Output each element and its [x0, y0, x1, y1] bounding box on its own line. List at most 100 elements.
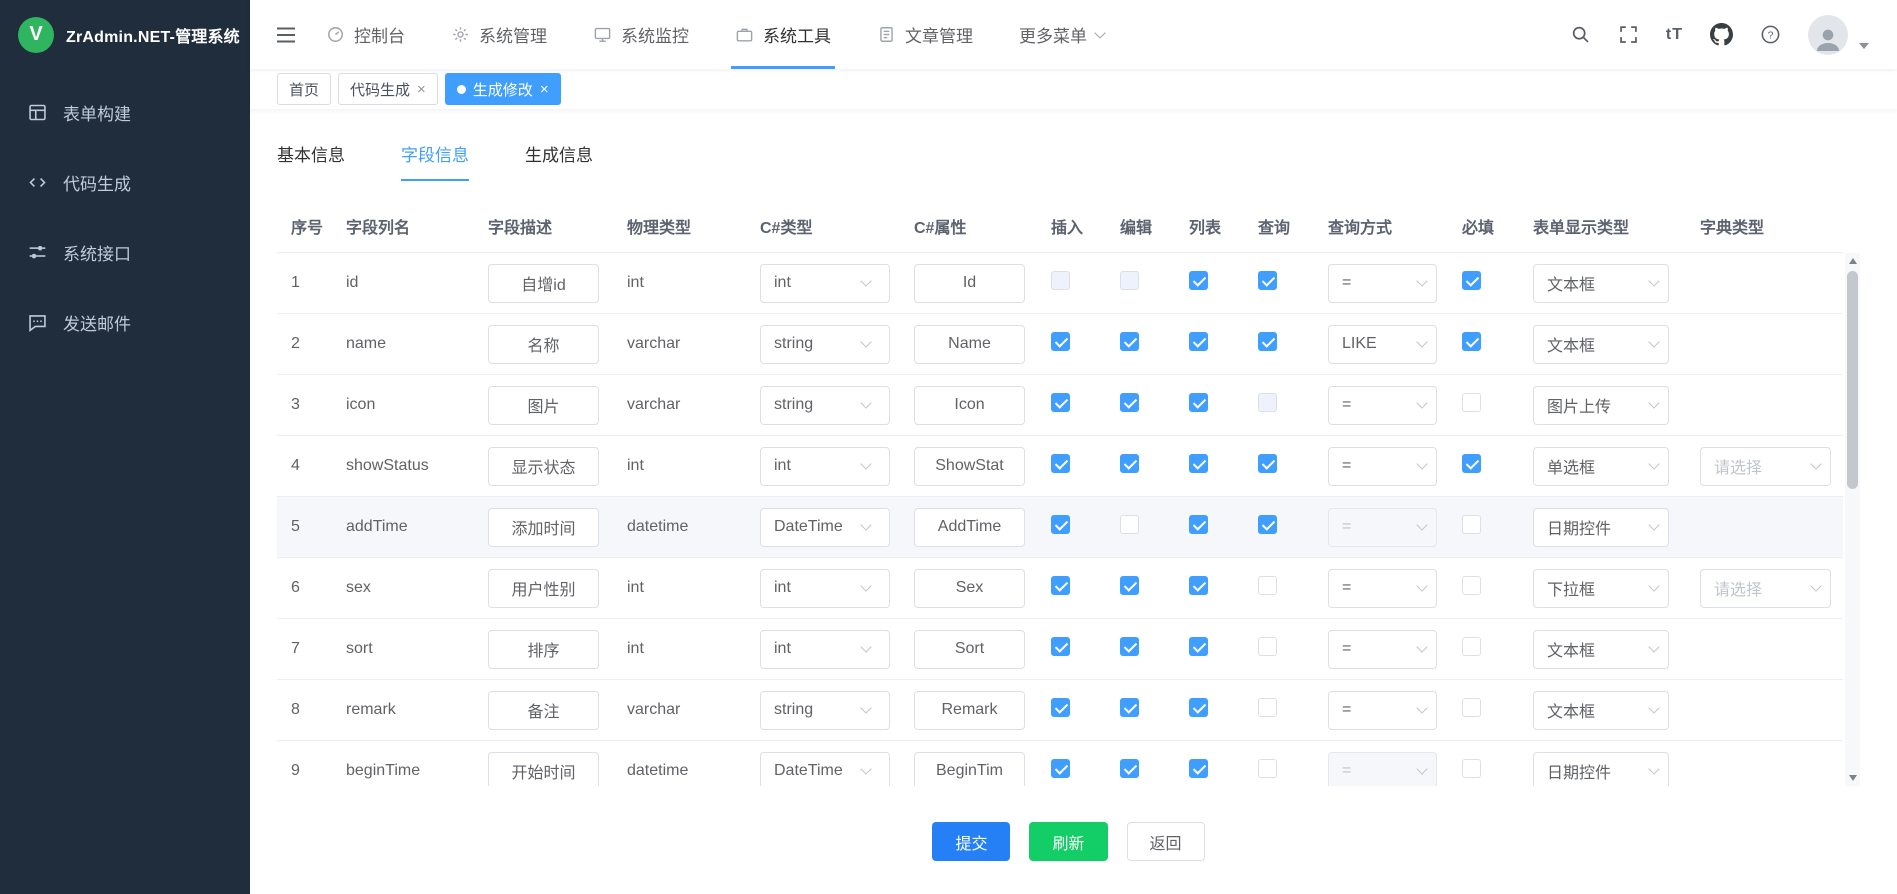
insert-checkbox[interactable]	[1051, 393, 1070, 412]
field-description-input[interactable]	[488, 569, 599, 608]
field-description-input[interactable]	[488, 630, 599, 669]
query-checkbox[interactable]	[1258, 637, 1277, 656]
field-description-input[interactable]	[488, 447, 599, 486]
list-checkbox[interactable]	[1189, 271, 1208, 290]
display-type-select[interactable]: 下拉框	[1533, 569, 1669, 608]
edit-checkbox[interactable]	[1120, 576, 1139, 595]
csharp-type-select[interactable]: DateTime	[760, 508, 890, 547]
field-description-input[interactable]	[488, 508, 599, 547]
insert-checkbox[interactable]	[1051, 454, 1070, 473]
sidebar-item-api[interactable]: 系统接口	[0, 217, 250, 287]
fullscreen-icon[interactable]	[1618, 24, 1639, 45]
edit-checkbox[interactable]	[1120, 271, 1139, 290]
edit-checkbox[interactable]	[1120, 759, 1139, 778]
csharp-type-select[interactable]: int	[760, 447, 890, 486]
tag-code-gen[interactable]: 代码生成 ×	[338, 73, 438, 105]
topnav-item-dashboard[interactable]: 控制台	[326, 0, 405, 69]
required-checkbox[interactable]	[1462, 759, 1481, 778]
csharp-type-select[interactable]: int	[760, 630, 890, 669]
github-icon[interactable]	[1710, 23, 1733, 46]
query-checkbox[interactable]	[1258, 332, 1277, 351]
query-method-select[interactable]: =	[1328, 569, 1437, 608]
display-type-select[interactable]: 文本框	[1533, 264, 1669, 303]
display-type-select[interactable]: 图片上传	[1533, 386, 1669, 425]
query-checkbox[interactable]	[1258, 454, 1277, 473]
sidebar-item-mail[interactable]: 发送邮件	[0, 287, 250, 357]
scroll-up-button[interactable]	[1845, 253, 1860, 269]
list-checkbox[interactable]	[1189, 576, 1208, 595]
csharp-property-input[interactable]	[914, 264, 1025, 303]
query-method-select[interactable]: =	[1328, 508, 1437, 547]
csharp-type-select[interactable]: string	[760, 325, 890, 364]
back-button[interactable]: 返回	[1127, 822, 1205, 861]
close-icon[interactable]: ×	[417, 82, 426, 97]
dict-type-select[interactable]: 请选择	[1700, 569, 1831, 608]
refresh-button[interactable]: 刷新	[1029, 822, 1107, 861]
field-description-input[interactable]	[488, 264, 599, 303]
list-checkbox[interactable]	[1189, 393, 1208, 412]
topnav-item-articles[interactable]: 文章管理	[877, 0, 973, 69]
csharp-type-select[interactable]: string	[760, 386, 890, 425]
tag-home[interactable]: 首页	[277, 73, 331, 105]
csharp-type-select[interactable]: int	[760, 569, 890, 608]
tab-gen-info[interactable]: 生成信息	[525, 141, 593, 181]
csharp-property-input[interactable]	[914, 386, 1025, 425]
query-checkbox[interactable]	[1258, 271, 1277, 290]
required-checkbox[interactable]	[1462, 698, 1481, 717]
topnav-item-more-menu[interactable]: 更多菜单	[1019, 0, 1104, 69]
required-checkbox[interactable]	[1462, 271, 1481, 290]
csharp-property-input[interactable]	[914, 752, 1025, 787]
required-checkbox[interactable]	[1462, 515, 1481, 534]
query-checkbox[interactable]	[1258, 393, 1277, 412]
scroll-down-button[interactable]	[1845, 770, 1860, 786]
field-description-input[interactable]	[488, 752, 599, 787]
tab-basic-info[interactable]: 基本信息	[277, 141, 345, 181]
query-method-select[interactable]: =	[1328, 447, 1437, 486]
query-method-select[interactable]: =	[1328, 386, 1437, 425]
collapse-sidebar-icon[interactable]	[274, 23, 298, 47]
tag-gen-edit[interactable]: 生成修改 ×	[445, 73, 561, 105]
csharp-property-input[interactable]	[914, 630, 1025, 669]
scrollbar-track[interactable]	[1845, 269, 1860, 770]
required-checkbox[interactable]	[1462, 454, 1481, 473]
required-checkbox[interactable]	[1462, 637, 1481, 656]
display-type-select[interactable]: 文本框	[1533, 691, 1669, 730]
edit-checkbox[interactable]	[1120, 515, 1139, 534]
scrollbar-thumb[interactable]	[1847, 271, 1858, 489]
list-checkbox[interactable]	[1189, 698, 1208, 717]
query-checkbox[interactable]	[1258, 759, 1277, 778]
list-checkbox[interactable]	[1189, 759, 1208, 778]
query-method-select[interactable]: =	[1328, 691, 1437, 730]
query-checkbox[interactable]	[1258, 576, 1277, 595]
font-size-icon[interactable]: tT	[1666, 26, 1683, 44]
insert-checkbox[interactable]	[1051, 576, 1070, 595]
csharp-type-select[interactable]: int	[760, 264, 890, 303]
query-method-select[interactable]: =	[1328, 752, 1437, 787]
search-icon[interactable]	[1570, 24, 1591, 45]
query-method-select[interactable]: LIKE	[1328, 325, 1437, 364]
edit-checkbox[interactable]	[1120, 332, 1139, 351]
help-icon[interactable]: ?	[1760, 24, 1781, 45]
csharp-type-select[interactable]: DateTime	[760, 752, 890, 787]
csharp-property-input[interactable]	[914, 569, 1025, 608]
required-checkbox[interactable]	[1462, 332, 1481, 351]
insert-checkbox[interactable]	[1051, 515, 1070, 534]
insert-checkbox[interactable]	[1051, 698, 1070, 717]
display-type-select[interactable]: 日期控件	[1533, 752, 1669, 787]
tab-field-info[interactable]: 字段信息	[401, 141, 469, 181]
insert-checkbox[interactable]	[1051, 759, 1070, 778]
csharp-property-input[interactable]	[914, 447, 1025, 486]
display-type-select[interactable]: 单选框	[1533, 447, 1669, 486]
field-description-input[interactable]	[488, 691, 599, 730]
csharp-property-input[interactable]	[914, 691, 1025, 730]
avatar-chevron-down-icon[interactable]	[1859, 43, 1869, 49]
sidebar-item-code-gen[interactable]: 代码生成	[0, 147, 250, 217]
csharp-type-select[interactable]: string	[760, 691, 890, 730]
csharp-property-input[interactable]	[914, 325, 1025, 364]
query-checkbox[interactable]	[1258, 515, 1277, 534]
sidebar-item-form-builder[interactable]: 表单构建	[0, 77, 250, 147]
required-checkbox[interactable]	[1462, 576, 1481, 595]
user-avatar[interactable]	[1808, 15, 1848, 55]
insert-checkbox[interactable]	[1051, 637, 1070, 656]
csharp-property-input[interactable]	[914, 508, 1025, 547]
